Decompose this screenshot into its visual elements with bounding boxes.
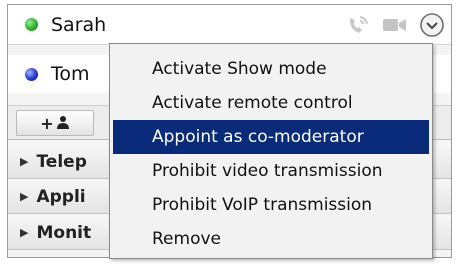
section-label: Telep [36, 151, 87, 172]
menu-item-activate-show-mode[interactable]: Activate Show mode [113, 52, 429, 86]
expand-arrow-icon: ▶ [20, 226, 29, 239]
menu-item-remove[interactable]: Remove [113, 222, 429, 256]
chevron-down-circle-icon[interactable] [419, 12, 445, 38]
screenshot-stage: Sarah Tom + ▶ Telep ▶ Appli ▶ Monit Acti… [0, 0, 457, 264]
menu-item-prohibit-voip[interactable]: Prohibit VoIP transmission [113, 188, 429, 222]
video-camera-icon[interactable] [382, 15, 408, 35]
section-label: Appli [36, 186, 86, 207]
participant-context-menu: Activate Show mode Activate remote contr… [109, 43, 433, 259]
status-online-icon [25, 18, 38, 31]
expand-arrow-icon: ▶ [20, 190, 29, 203]
menu-item-appoint-co-moderator[interactable]: Appoint as co-moderator [113, 120, 429, 154]
section-label: Monit [36, 222, 92, 243]
status-away-icon [25, 67, 38, 81]
participant-name: Tom [51, 63, 90, 85]
participant-name: Sarah [51, 13, 107, 36]
plus-label: + [40, 113, 54, 133]
participant-row-sarah[interactable]: Sarah [8, 5, 451, 45]
user-icon [56, 114, 70, 133]
add-participant-button[interactable]: + [16, 110, 94, 136]
participant-tools [345, 12, 445, 38]
menu-item-activate-remote-control[interactable]: Activate remote control [113, 86, 429, 120]
voip-phone-icon[interactable] [345, 13, 371, 37]
expand-arrow-icon: ▶ [20, 155, 29, 168]
menu-item-prohibit-video[interactable]: Prohibit video transmission [113, 154, 429, 188]
